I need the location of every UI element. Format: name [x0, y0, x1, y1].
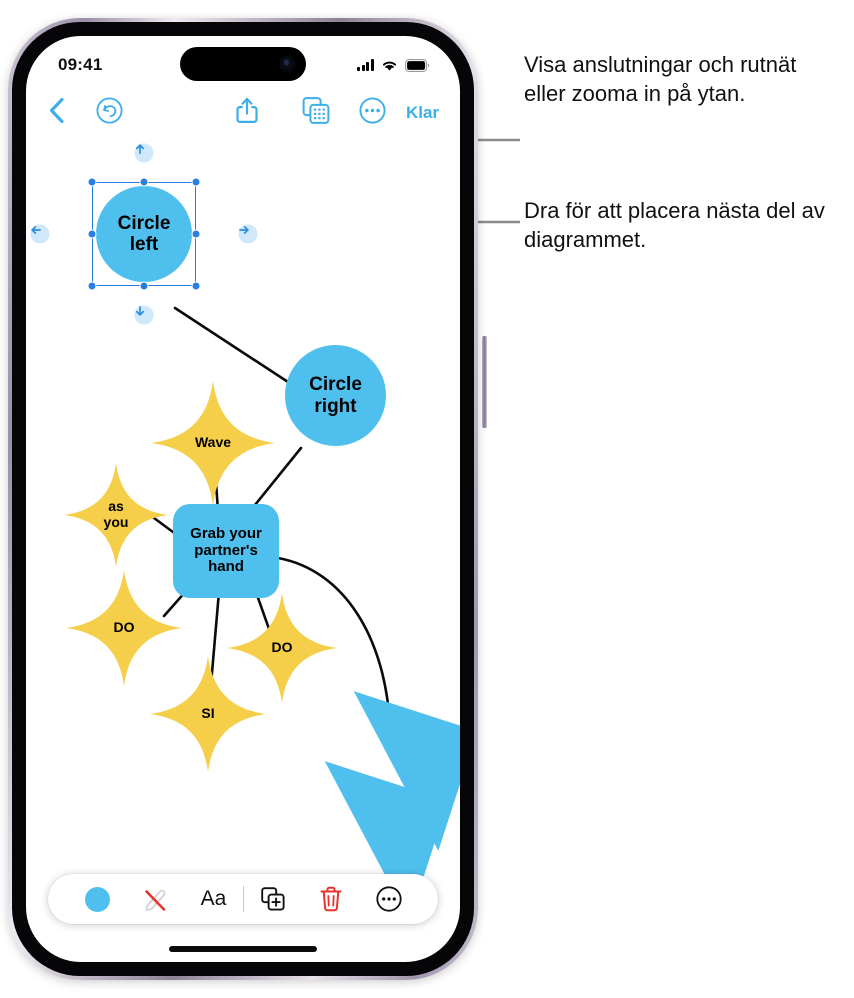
- status-time: 09:41: [58, 55, 103, 74]
- shape-star-as-you[interactable]: [64, 463, 168, 567]
- arrow-down-icon: [135, 306, 145, 316]
- pen-no-stroke-icon: [145, 889, 166, 911]
- shape-star-wave[interactable]: [151, 381, 275, 505]
- more-circle-icon: [376, 886, 402, 912]
- share-icon: [236, 97, 258, 123]
- duplicate-button[interactable]: [244, 874, 302, 924]
- callout-drag-connector-text: Dra för att placera nästa del av diagram…: [524, 198, 825, 253]
- diagram-canvas[interactable]: Circle left Circle right Wave as you DO …: [26, 138, 460, 929]
- selection-handle-middle-left[interactable]: [87, 229, 97, 239]
- stroke-none-button[interactable]: [126, 874, 184, 924]
- share-button[interactable]: [236, 97, 258, 130]
- selection-handle-top-right[interactable]: [191, 177, 201, 187]
- selection-handle-bottom-left[interactable]: [87, 281, 97, 291]
- selection-handle-bottom-right[interactable]: [191, 281, 201, 291]
- screenshot-stage: Visa anslutningar och rutnät eller zooma…: [0, 0, 854, 998]
- shape-grab-box[interactable]: [173, 504, 279, 598]
- status-icons: [356, 58, 430, 72]
- connector-arrow-left[interactable]: [30, 224, 50, 244]
- connector-arrow-down[interactable]: [134, 305, 154, 325]
- nav-bar: Klar: [26, 88, 460, 138]
- callout-view-options-text: Visa anslutningar och rutnät eller zooma…: [524, 52, 797, 107]
- home-indicator[interactable]: [169, 946, 317, 952]
- wifi-icon: [382, 61, 397, 71]
- fill-color-button[interactable]: [68, 874, 126, 924]
- text-style-button[interactable]: Aa: [184, 874, 242, 924]
- selection-handle-top-left[interactable]: [87, 177, 97, 187]
- selection-handle-top-center[interactable]: [139, 177, 149, 187]
- selection-handle-middle-right[interactable]: [191, 229, 201, 239]
- shape-format-toolbar: Aa: [48, 874, 438, 924]
- dynamic-island: [180, 47, 306, 81]
- phone-screen: 09:41 Klar Circle left Circle right Wave…: [26, 36, 460, 962]
- delete-button[interactable]: [302, 874, 360, 924]
- undo-button[interactable]: [96, 97, 123, 129]
- power-button[interactable]: [482, 336, 487, 428]
- arrow-left-icon: [31, 225, 41, 235]
- selection-bounding-box: [92, 182, 196, 286]
- connector-arrow-right[interactable]: [238, 224, 258, 244]
- view-options-grid-icon: [302, 97, 330, 124]
- back-chevron-icon: [49, 97, 64, 124]
- selection-handle-bottom-center[interactable]: [139, 281, 149, 291]
- connector-arrow-up[interactable]: [134, 143, 154, 163]
- filled-circle-icon: [84, 886, 110, 912]
- text-format-icon: Aa: [200, 887, 227, 910]
- more-circle-icon: [359, 97, 386, 124]
- arrow-up-icon: [135, 144, 145, 154]
- trash-icon: [320, 886, 342, 912]
- arrow-right-icon: [239, 225, 249, 235]
- cellular-bars-icon: [356, 59, 374, 71]
- undo-icon: [96, 97, 123, 124]
- view-options-button[interactable]: [302, 97, 330, 130]
- back-button[interactable]: [48, 97, 65, 130]
- duplicate-shape-icon: [260, 887, 285, 911]
- shape-star-si[interactable]: [150, 656, 266, 772]
- battery-full-icon: [405, 58, 430, 72]
- shape-circle-right[interactable]: [285, 345, 386, 446]
- done-button[interactable]: Klar: [406, 103, 439, 123]
- more-format-button[interactable]: [360, 874, 418, 924]
- front-camera-icon: [279, 55, 296, 73]
- more-options-button[interactable]: [359, 97, 386, 129]
